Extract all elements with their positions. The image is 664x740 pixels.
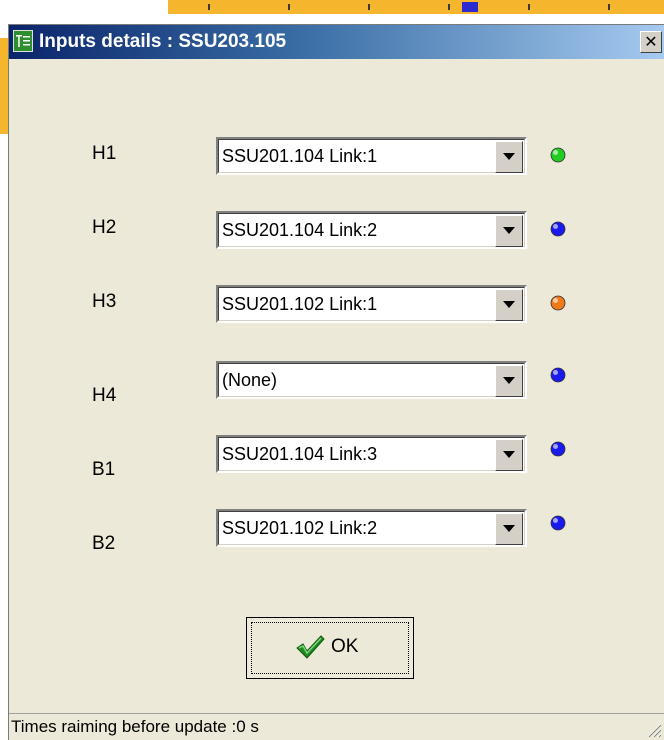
input-select-h4-value: (None) bbox=[222, 370, 278, 390]
close-button[interactable]: ✕ bbox=[640, 31, 662, 53]
input-label-b1: B1 bbox=[92, 459, 116, 480]
status-led-icon bbox=[550, 367, 566, 383]
input-select-b1[interactable]: SSU201.104 Link:3 bbox=[216, 435, 527, 473]
dropdown-arrow-icon[interactable] bbox=[495, 513, 523, 545]
status-led-icon bbox=[550, 441, 566, 457]
input-label-h3: H3 bbox=[92, 291, 117, 312]
window-title: Inputs details : SSU203.105 bbox=[39, 31, 287, 52]
status-bar: Times raiming before update :0 s bbox=[9, 713, 664, 740]
input-select-b2[interactable]: SSU201.102 Link:2 bbox=[216, 509, 527, 547]
input-label-h1: H1 bbox=[92, 143, 117, 164]
title-bar[interactable]: Inputs details : SSU203.105 ✕ bbox=[9, 25, 664, 59]
app-icon bbox=[13, 30, 33, 52]
dropdown-arrow-icon[interactable] bbox=[495, 365, 523, 397]
input-select-h3[interactable]: SSU201.102 Link:1 bbox=[216, 285, 527, 323]
input-select-b2-value: SSU201.102 Link:2 bbox=[222, 518, 378, 538]
input-select-h2[interactable]: SSU201.104 Link:2 bbox=[216, 211, 527, 249]
input-select-h3-value: SSU201.102 Link:1 bbox=[222, 294, 378, 314]
focus-rectangle bbox=[251, 622, 409, 674]
ok-button[interactable]: OK bbox=[246, 617, 414, 679]
status-led-icon bbox=[550, 221, 566, 237]
status-led-icon bbox=[550, 515, 566, 531]
dropdown-arrow-icon[interactable] bbox=[495, 141, 523, 173]
status-led-icon bbox=[550, 147, 566, 163]
input-select-h1[interactable]: SSU201.104 Link:1 bbox=[216, 137, 527, 175]
background-marker bbox=[462, 2, 478, 12]
input-select-h1-value: SSU201.104 Link:1 bbox=[222, 146, 378, 166]
ok-button-label: OK bbox=[331, 636, 359, 657]
input-label-h2: H2 bbox=[92, 217, 117, 238]
dropdown-arrow-icon[interactable] bbox=[495, 439, 523, 471]
status-text: Times raiming before update :0 s bbox=[11, 717, 259, 736]
status-led-icon bbox=[550, 295, 566, 311]
input-select-h2-value: SSU201.104 Link:2 bbox=[222, 220, 378, 240]
inputs-details-dialog: Inputs details : SSU203.105 ✕ H1 SSU201.… bbox=[8, 24, 664, 740]
input-label-b2: B2 bbox=[92, 533, 116, 554]
input-label-h4: H4 bbox=[92, 385, 117, 406]
background-toolbar-strip bbox=[168, 0, 664, 14]
resize-grip-icon[interactable] bbox=[644, 720, 662, 738]
checkmark-icon bbox=[296, 635, 325, 659]
dropdown-arrow-icon[interactable] bbox=[495, 289, 523, 321]
input-select-b1-value: SSU201.104 Link:3 bbox=[222, 444, 378, 464]
input-select-h4[interactable]: (None) bbox=[216, 361, 527, 399]
dropdown-arrow-icon[interactable] bbox=[495, 215, 523, 247]
